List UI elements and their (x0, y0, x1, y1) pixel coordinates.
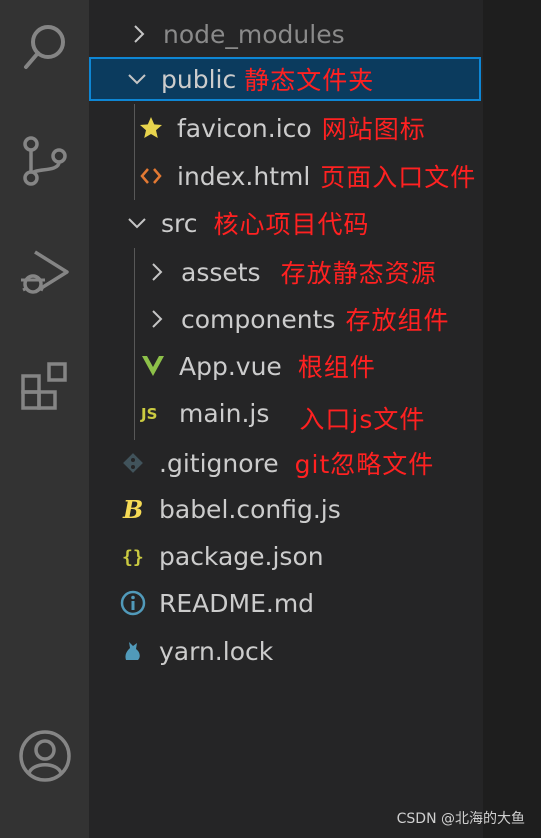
annotation: 页面入口文件 (320, 163, 477, 192)
file-label: package.json (159, 541, 324, 571)
tree-file-readme[interactable]: README.md (89, 581, 483, 625)
file-label: README.md (159, 588, 315, 618)
yarn-cat-icon (119, 637, 147, 665)
file-label: components (181, 304, 336, 334)
tree-file-yarn-lock[interactable]: yarn.lock (89, 629, 483, 673)
file-label: main.js (179, 398, 270, 428)
extensions-icon[interactable] (0, 350, 89, 422)
js-icon: JS (139, 399, 167, 427)
babel-icon: B (119, 495, 147, 523)
search-icon[interactable] (0, 10, 89, 82)
editor-edge (483, 0, 541, 838)
braces-icon: {} (119, 542, 147, 570)
tree-file-index-html[interactable]: index.html 页面入口文件 (89, 154, 483, 198)
code-icon (137, 162, 165, 190)
account-icon[interactable] (0, 720, 89, 792)
tree-file-favicon[interactable]: favicon.ico 网站图标 (89, 106, 483, 150)
annotation: 根组件 (297, 353, 376, 382)
file-label: babel.config.js (159, 494, 341, 524)
annotation: 存放组件 (345, 306, 450, 335)
file-label: yarn.lock (159, 636, 274, 666)
tree-file-main-js[interactable]: JS main.js 入口js文件 (89, 391, 483, 435)
tree-folder-public[interactable]: public 静态文件夹 (89, 57, 481, 101)
tree-folder-components[interactable]: components 存放组件 (89, 297, 483, 341)
file-label: src (161, 208, 198, 238)
chevron-down-icon (127, 69, 147, 89)
chevron-right-icon (147, 309, 167, 329)
svg-text:JS: JS (140, 405, 157, 423)
star-icon (137, 114, 165, 142)
chevron-right-icon (147, 262, 167, 282)
svg-text:B: B (122, 496, 143, 522)
chevron-down-icon (127, 213, 147, 233)
tree-file-babel-config[interactable]: B babel.config.js (89, 487, 483, 531)
file-label: assets (181, 257, 261, 287)
annotation: 静态文件夹 (244, 66, 375, 95)
annotation: 核心项目代码 (213, 210, 370, 239)
tree-file-app-vue[interactable]: App.vue 根组件 (89, 344, 483, 388)
file-label: favicon.ico (177, 113, 312, 143)
file-label: public (161, 64, 237, 94)
file-label: index.html (177, 161, 311, 191)
file-label: node_modules (163, 19, 345, 49)
git-icon (119, 449, 147, 477)
watermark: CSDN @北海的大鱼 (396, 811, 525, 827)
activity-bar (0, 0, 89, 838)
annotation: 网站图标 (321, 115, 426, 144)
svg-text:{}: {} (122, 547, 144, 568)
annotation: 存放静态资源 (280, 259, 437, 288)
file-label: App.vue (179, 351, 282, 381)
info-icon (119, 589, 147, 617)
tree-file-gitignore[interactable]: .gitignore git忽略文件 (89, 441, 483, 485)
tree-folder-assets[interactable]: assets 存放静态资源 (89, 250, 483, 294)
source-control-icon[interactable] (0, 124, 89, 196)
tree-folder-node-modules[interactable]: node_modules (89, 12, 483, 56)
annotation: 入口js文件 (299, 405, 426, 434)
annotation: git忽略文件 (294, 450, 435, 479)
chevron-right-icon (129, 24, 149, 44)
vue-icon (139, 352, 167, 380)
run-debug-icon[interactable] (0, 236, 89, 308)
file-explorer: node_modules public 静态文件夹 favicon.ico 网站… (89, 0, 483, 838)
file-label: .gitignore (159, 448, 279, 478)
tree-file-package-json[interactable]: {} package.json (89, 534, 483, 578)
tree-folder-src[interactable]: src 核心项目代码 (89, 201, 483, 245)
